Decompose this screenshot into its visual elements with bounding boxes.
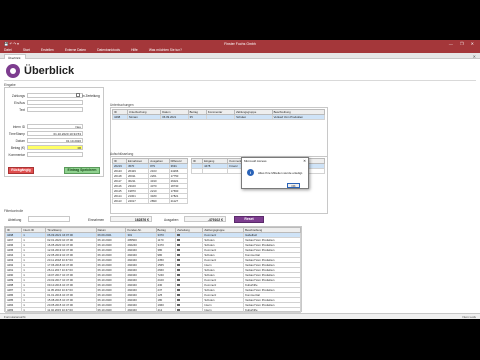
checkbox-icon[interactable] <box>177 253 180 256</box>
table-cell: Schulen <box>234 114 273 120</box>
einnahmen-label: Einnahmen <box>88 218 105 222</box>
ausgaben-total: -479102 € <box>184 216 226 222</box>
field-kommentar: Kommentar <box>8 152 104 158</box>
table-row[interactable]: 4498 Sinnan 06.09.2021 35 Schulen Verkauf Vom… <box>112 114 326 120</box>
dialog-ok-button[interactable]: OK <box>287 183 300 188</box>
status-right: Num Lock <box>462 315 476 319</box>
unterbuchungen-table: ID Unterbuchung Datum Betrag Kommentar Zahlun… <box>112 109 326 120</box>
table-cell <box>202 168 229 174</box>
aufschluesselung-table: ID Einnahmen Ausgaben Differenz 20219 4570 87… <box>112 158 189 204</box>
table-cell <box>190 168 204 174</box>
datum-input[interactable]: 01.10.2020 <box>27 138 83 143</box>
zerteilung-checkbox[interactable] <box>76 93 80 97</box>
table-cell: 35 <box>187 114 207 120</box>
checkbox-icon[interactable] <box>177 243 180 246</box>
dialog-title: Microsoft Access <box>244 159 267 163</box>
page-title: Überblick <box>24 65 75 77</box>
zahlungs-input[interactable] <box>27 93 83 98</box>
kommentar-input[interactable] <box>27 152 83 157</box>
checkbox-icon[interactable] <box>177 308 180 311</box>
title-bar: 💾 ↶ ↷ ▾ Finster Fuchs Gmbh — ❐ ✕ <box>0 40 480 47</box>
dialog-close-icon[interactable]: ✕ <box>303 159 306 163</box>
checkbox-icon[interactable] <box>177 248 180 251</box>
access-window: 💾 ↶ ↷ ▾ Finster Fuchs Gmbh — ❐ ✕ Datei S… <box>0 40 480 319</box>
reset-button[interactable]: Reset <box>234 216 264 223</box>
status-bar: Formularansicht Num Lock <box>0 313 480 319</box>
field-intern-id: Intern ID Neu <box>8 124 104 130</box>
zerteilung-checkbox-label: In Zerteilung <box>82 93 100 98</box>
field-label: Zahlungs <box>11 94 25 98</box>
table-cell: 06.09.2021 <box>160 114 189 120</box>
table-cell: 24017 <box>125 198 150 204</box>
table-cell: 4498 <box>112 114 128 120</box>
table-cell: 20113 <box>112 198 127 204</box>
checkbox-icon[interactable] <box>177 233 180 236</box>
document-tab-ueberblick[interactable]: Überblick <box>4 54 26 60</box>
company-logo-icon <box>6 64 20 78</box>
table-cell: Sinnan <box>126 114 162 120</box>
checkbox-icon[interactable] <box>177 303 180 306</box>
info-icon: i <box>247 169 254 176</box>
table-cell: 2890 <box>148 198 170 204</box>
field-ein-aus: Ein/Aus <box>8 100 104 106</box>
checkbox-icon[interactable] <box>177 278 180 281</box>
checkbox-icon[interactable] <box>177 283 180 286</box>
table-cell <box>205 114 236 120</box>
rueckgaengig-button[interactable]: Rückgängig <box>8 167 34 174</box>
field-betrag: Betrag (€) 0€ <box>8 145 104 151</box>
transactions-table: ID Intern ID TimeStamp Datum Kunden-Nr. Betra… <box>4 227 301 319</box>
checkbox-icon[interactable] <box>177 263 180 266</box>
field-label: Kommentar <box>8 153 25 157</box>
window-controls[interactable]: — ❐ ✕ <box>449 41 477 46</box>
field-text: Text <box>8 107 104 113</box>
field-datum: Datum 01.10.2020 <box>8 138 104 144</box>
checkbox-icon[interactable] <box>177 268 180 271</box>
checkbox-icon[interactable] <box>177 238 180 241</box>
field-label: Betrag (€) <box>10 146 25 150</box>
header-divider <box>4 80 476 81</box>
eintrag-speichern-button[interactable]: Eintrag Speichern <box>64 167 100 174</box>
betrag-input[interactable]: 0€ <box>27 145 83 150</box>
field-label: Text <box>19 108 25 112</box>
close-document-icon[interactable]: ✕ <box>473 54 476 59</box>
ein-aus-input[interactable] <box>27 100 83 105</box>
filterkontrolle-section-label: Filterkontrolle <box>4 209 24 213</box>
field-label: Intern ID <box>12 125 25 129</box>
checkbox-icon[interactable] <box>177 258 180 261</box>
abteilung-filter-input[interactable] <box>28 216 70 222</box>
ausgaben-label: Ausgaben <box>164 218 179 222</box>
message-dialog: Microsoft Access ✕ i Alles Ihre Mitteile… <box>241 157 309 189</box>
dialog-message: Alles Ihre Mitteilen wurde erledigt. <box>258 171 304 175</box>
intern-id-input[interactable]: Neu <box>27 124 83 129</box>
document-tabstrip: Überblick ✕ <box>0 53 480 60</box>
checkbox-icon[interactable] <box>177 288 180 291</box>
status-left: Formularansicht <box>4 315 26 319</box>
table-cell: 21127 <box>168 198 189 204</box>
checkbox-icon[interactable] <box>177 293 180 296</box>
field-label: TimeStamp <box>8 132 25 136</box>
field-label: Ein/Aus <box>14 101 25 105</box>
field-label: Datum <box>15 139 25 143</box>
table-row[interactable]: 20113 24017 2890 21127 <box>112 198 189 204</box>
text-input[interactable] <box>27 107 83 112</box>
abteilung-label: Abteilung <box>8 218 22 222</box>
table-cell: Verkauf Vom Produkten <box>271 114 326 120</box>
quick-access-toolbar[interactable]: 💾 ↶ ↷ ▾ <box>4 42 19 46</box>
window-title: Finster Fuchs Gmbh <box>224 41 256 46</box>
field-timestamp: TimeStamp 01.10.2020 10:34:53 <box>8 131 104 137</box>
checkbox-icon[interactable] <box>177 273 180 276</box>
checkbox-icon[interactable] <box>177 298 180 301</box>
einnahmen-total: 162876 € <box>110 216 152 222</box>
timestamp-input[interactable]: 01.10.2020 10:34:53 <box>27 131 83 136</box>
